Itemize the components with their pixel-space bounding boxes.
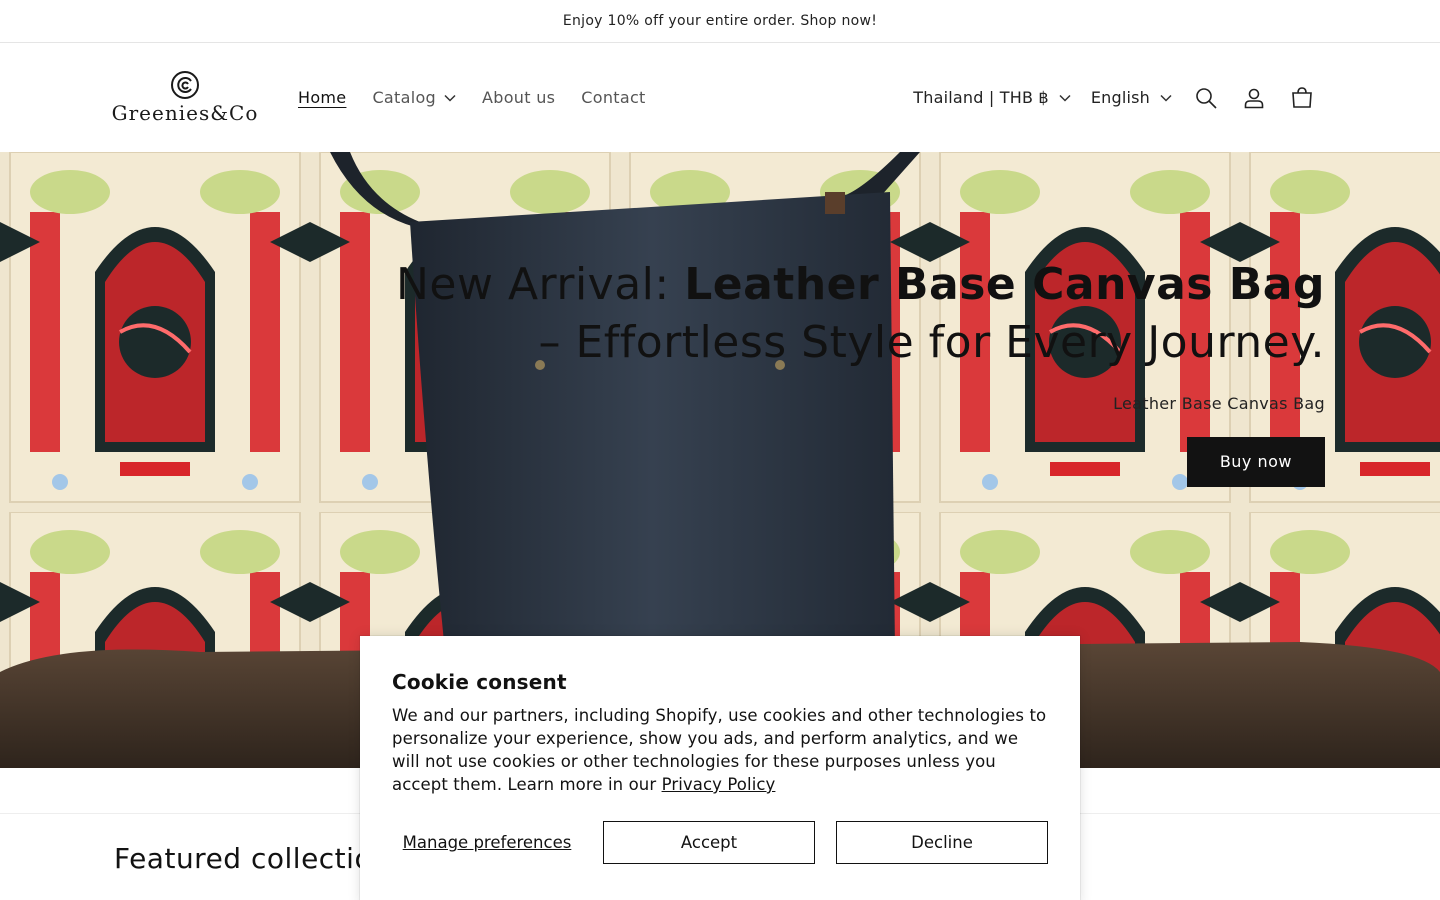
chevron-down-icon <box>1160 94 1172 102</box>
chevron-down-icon <box>444 94 456 102</box>
hero-title: New Arrival: Leather Base Canvas Bag – E… <box>396 256 1325 372</box>
hero-subtitle: Leather Base Canvas Bag <box>1113 394 1325 413</box>
hero-content: New Arrival: Leather Base Canvas Bag – E… <box>396 256 1325 487</box>
cart-button[interactable] <box>1278 74 1326 122</box>
cookie-consent-banner: Cookie consent We and our partners, incl… <box>360 636 1080 900</box>
nav-item-home[interactable]: Home <box>285 88 359 107</box>
announcement-bar[interactable]: Enjoy 10% off your entire order. Shop no… <box>0 0 1440 43</box>
logo[interactable]: Greenies&Co <box>111 70 259 125</box>
buy-now-button[interactable]: Buy now <box>1186 437 1325 487</box>
account-icon <box>1244 88 1264 108</box>
nav-item-about[interactable]: About us <box>469 88 568 107</box>
cart-icon <box>1292 86 1312 108</box>
hero-title-light: New Arrival: <box>395 259 685 310</box>
country-selector[interactable]: Thailand | THB ฿ <box>903 88 1081 107</box>
main-nav: Home Catalog About us Contact <box>285 88 659 107</box>
language-selector[interactable]: English <box>1081 88 1182 107</box>
country-selector-label: Thailand | THB ฿ <box>913 88 1049 107</box>
header-actions: Thailand | THB ฿ English <box>903 74 1326 122</box>
featured-collection-title: Featured collection <box>114 842 391 875</box>
language-selector-label: English <box>1090 88 1150 107</box>
nav-item-catalog[interactable]: Catalog <box>359 88 469 107</box>
site-header: Greenies&Co Home Catalog About us Contac… <box>0 43 1440 152</box>
nav-item-contact[interactable]: Contact <box>568 88 658 107</box>
cookie-consent-body: We and our partners, including Shopify, … <box>392 704 1048 796</box>
accept-button[interactable]: Accept <box>603 821 815 864</box>
decline-button[interactable]: Decline <box>836 821 1048 864</box>
nav-item-label: About us <box>482 88 556 107</box>
account-button[interactable] <box>1230 74 1278 122</box>
logo-mark-icon <box>171 71 199 99</box>
nav-item-label: Catalog <box>372 88 436 107</box>
hero-title-bold: Leather Base Canvas Bag <box>684 259 1325 310</box>
logo-text: Greenies&Co <box>111 101 259 125</box>
nav-item-label: Home <box>298 88 347 107</box>
privacy-policy-link[interactable]: Privacy Policy <box>662 775 776 794</box>
cookie-consent-title: Cookie consent <box>392 670 567 694</box>
announcement-text[interactable]: Enjoy 10% off your entire order. Shop no… <box>563 13 877 29</box>
search-button[interactable] <box>1182 74 1230 122</box>
cookie-actions: Manage preferences Accept Decline <box>392 821 1048 864</box>
search-icon <box>1196 87 1217 109</box>
chevron-down-icon <box>1059 94 1071 102</box>
nav-item-label: Contact <box>581 88 646 107</box>
manage-preferences-button[interactable]: Manage preferences <box>392 833 582 852</box>
hero-title-rest: – Effortless Style for Every Journey. <box>538 317 1325 368</box>
